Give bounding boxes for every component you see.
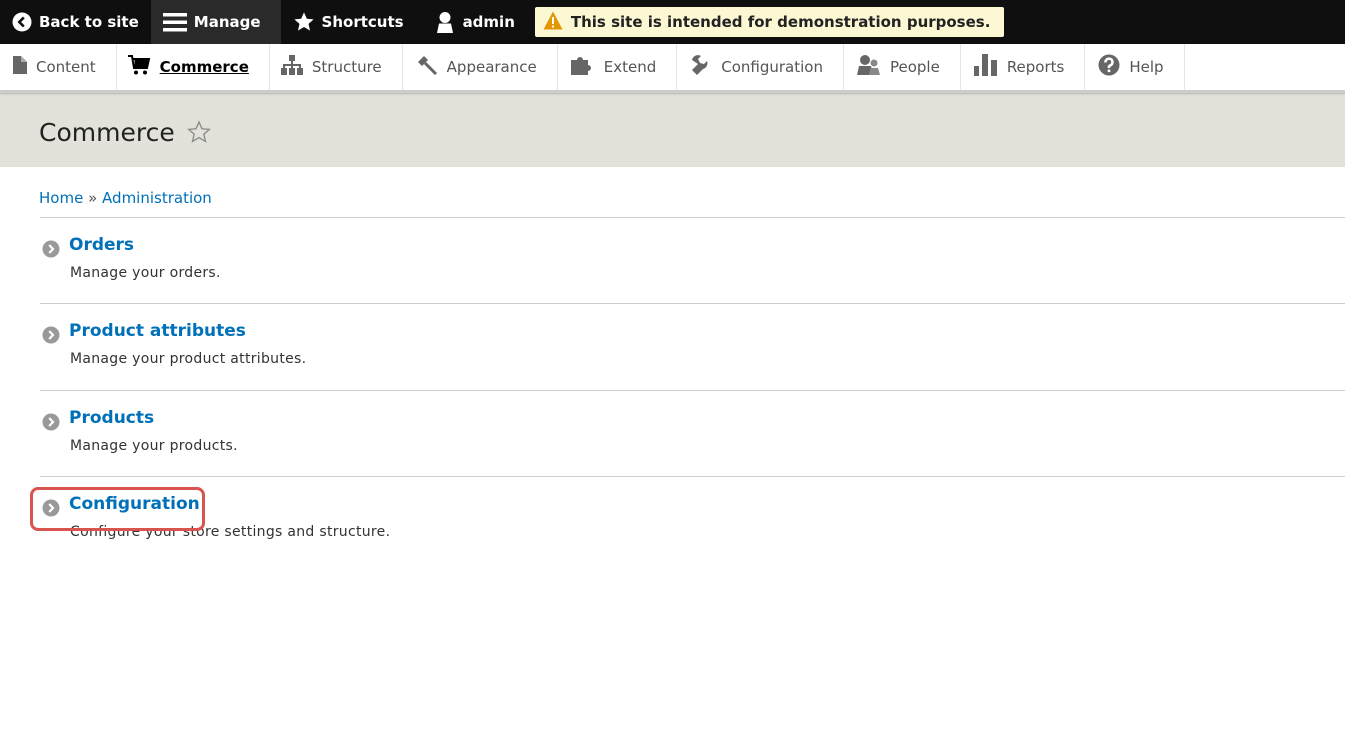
back-to-site-label: Back to site	[39, 13, 139, 31]
arrow-right-icon	[42, 413, 60, 435]
list-item: Product attributes Manage your product a…	[40, 304, 1345, 391]
breadcrumb-administration[interactable]: Administration	[102, 189, 212, 207]
admin-link-description: Manage your orders.	[70, 265, 221, 281]
people-icon	[856, 54, 881, 80]
back-to-site-link[interactable]: Back to site	[0, 0, 151, 44]
help-icon	[1098, 54, 1120, 80]
manage-label: Manage	[193, 13, 261, 31]
warning-icon	[543, 11, 563, 34]
list-item: Configuration Configure your store setti…	[40, 477, 1345, 562]
page-header: Commerce	[0, 90, 1345, 167]
breadcrumb-home[interactable]: Home	[39, 189, 83, 207]
puzzle-icon	[570, 55, 595, 79]
user-label: admin	[462, 13, 515, 31]
tray-item-label: Extend	[603, 58, 657, 76]
tray-item-label: Configuration	[721, 58, 823, 76]
star-icon	[293, 11, 315, 33]
page-title: Commerce	[39, 118, 175, 147]
tray-item-label: Content	[36, 58, 96, 76]
tray-item-configuration[interactable]: Configuration	[677, 44, 844, 90]
user-icon	[434, 11, 456, 33]
list-item: Products Manage your products.	[40, 391, 1345, 477]
admin-link-products[interactable]: Products	[69, 408, 154, 428]
tray-item-label: Commerce	[159, 58, 249, 76]
tray-item-help[interactable]: Help	[1085, 44, 1185, 90]
cart-icon	[127, 54, 151, 80]
tray-item-label: Appearance	[446, 58, 537, 76]
admin-link-configuration[interactable]: Configuration	[69, 494, 200, 514]
back-arrow-icon	[12, 12, 32, 32]
list-item: Orders Manage your orders.	[40, 218, 1345, 304]
file-icon	[13, 56, 27, 78]
tray-item-people[interactable]: People	[844, 44, 961, 90]
admin-link-description: Manage your products.	[70, 438, 238, 454]
tray-item-label: Help	[1129, 58, 1164, 76]
tray-item-content[interactable]: Content	[0, 44, 117, 90]
user-tab[interactable]: admin	[416, 0, 527, 44]
admin-tray: Content Commerce Structure Appearance Ex…	[0, 44, 1345, 93]
breadcrumb-separator: »	[88, 189, 98, 207]
arrow-right-icon	[42, 499, 60, 521]
demo-notice-text: This site is intended for demonstration …	[570, 13, 991, 31]
tray-item-appearance[interactable]: Appearance	[403, 44, 558, 90]
admin-link-orders[interactable]: Orders	[69, 235, 134, 255]
manage-tab[interactable]: Manage	[150, 0, 281, 44]
admin-toolbar: Back to site Manage Shortcuts admin This…	[0, 0, 1345, 44]
brush-icon	[416, 55, 438, 79]
bar-chart-icon	[973, 54, 998, 80]
admin-link-product-attributes[interactable]: Product attributes	[69, 321, 246, 341]
tray-item-commerce[interactable]: Commerce	[117, 44, 270, 90]
shortcut-star-icon[interactable]	[186, 119, 211, 148]
tray-item-reports[interactable]: Reports	[961, 44, 1086, 90]
tray-spacer	[1185, 44, 1315, 90]
shortcuts-tab[interactable]: Shortcuts	[281, 0, 416, 44]
tray-item-label: Reports	[1006, 58, 1065, 76]
admin-list: Orders Manage your orders. Product attri…	[40, 217, 1345, 562]
tray-item-label: Structure	[311, 58, 382, 76]
tray-item-structure[interactable]: Structure	[270, 44, 403, 90]
tray-item-label: People	[889, 58, 940, 76]
wrench-icon	[690, 54, 712, 80]
demo-notice: This site is intended for demonstration …	[534, 7, 1005, 37]
hamburger-icon	[162, 12, 187, 32]
admin-link-description: Configure your store settings and struct…	[70, 524, 391, 540]
arrow-right-icon	[42, 326, 60, 348]
sitemap-icon	[280, 55, 303, 79]
tray-item-extend[interactable]: Extend	[558, 44, 678, 90]
admin-link-description: Manage your product attributes.	[70, 351, 307, 367]
arrow-right-icon	[42, 240, 60, 262]
shortcuts-label: Shortcuts	[321, 13, 404, 31]
breadcrumb: Home » Administration	[39, 189, 1345, 211]
